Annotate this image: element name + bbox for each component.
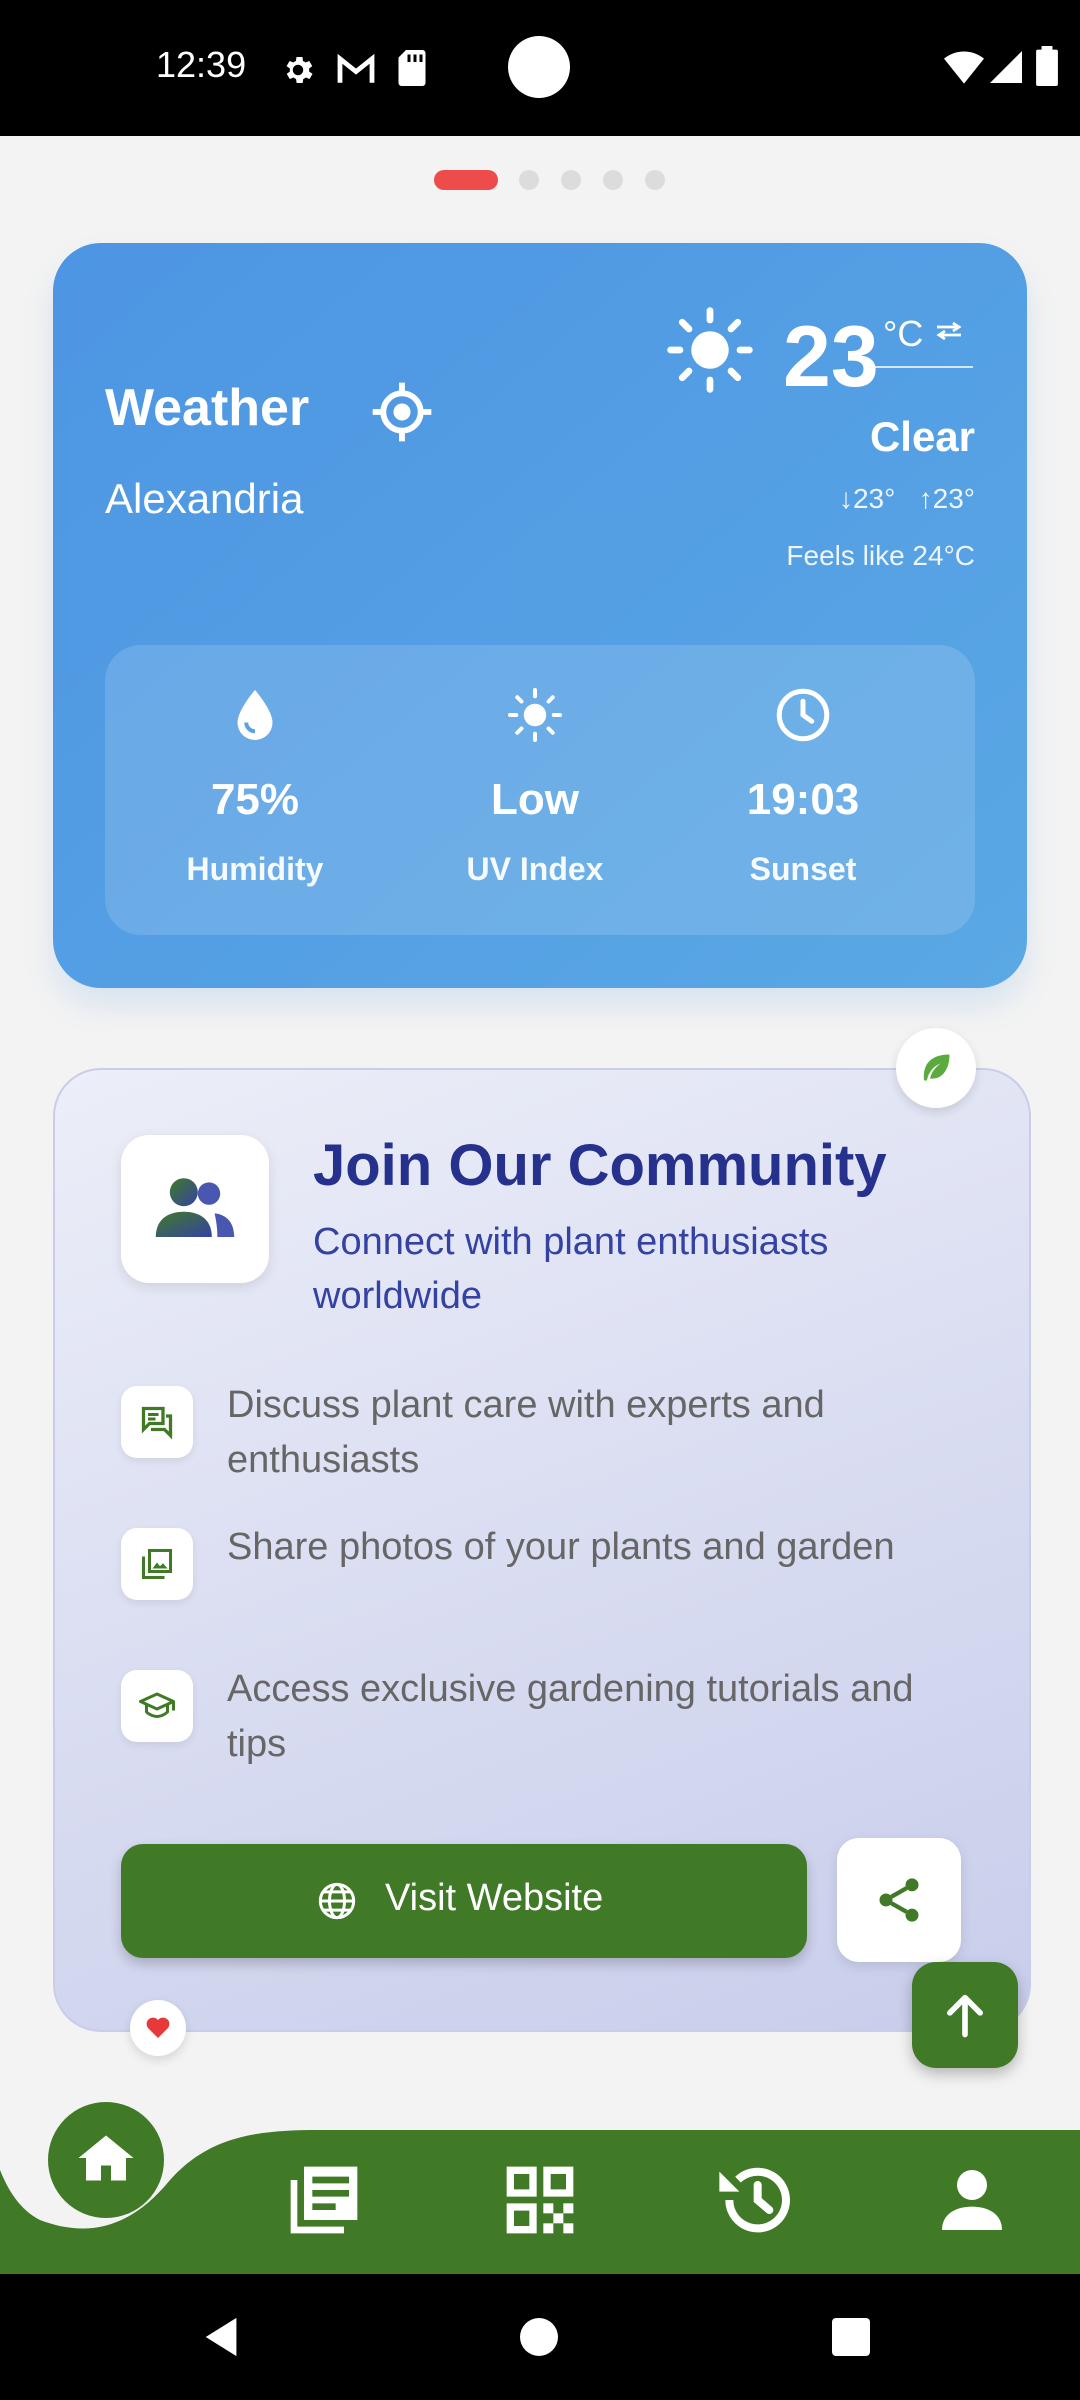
home-system-button[interactable] (520, 2318, 558, 2356)
nav-profile[interactable] (932, 2160, 1012, 2240)
uv-sun-icon (508, 688, 562, 742)
page-indicator-dot-active[interactable] (434, 170, 498, 190)
stat-value: 19:03 (746, 775, 860, 824)
battery-icon (1036, 46, 1058, 86)
community-title: Join Our Community (313, 1133, 887, 1198)
chat-icon (141, 1406, 173, 1440)
status-bar: 12:39 (0, 0, 1080, 136)
system-navigation-bar (0, 2274, 1080, 2400)
heart-badge (130, 2000, 186, 2056)
weather-stats-panel: 75% Humidity Low UV Index 19:03 Sunset (105, 645, 975, 935)
weather-low: ↓23° (838, 483, 896, 514)
front-camera (508, 36, 570, 98)
arrow-up-icon (947, 1994, 983, 2038)
graduation-cap-icon (139, 1692, 175, 1718)
visit-website-label: Visit Website (385, 1877, 604, 1919)
community-card: Join Our Community Connect with plant en… (53, 1068, 1031, 2032)
weather-condition: Clear (869, 413, 975, 460)
settings-icon (286, 56, 313, 84)
feature-icon-box (121, 1386, 193, 1458)
articles-icon (290, 2166, 358, 2234)
nav-history[interactable] (716, 2160, 796, 2240)
weather-low-high: ↓23° ↑23° (839, 483, 975, 515)
feature-icon-box (121, 1528, 193, 1600)
home-icon (78, 2135, 134, 2181)
page-indicator-dot[interactable] (561, 170, 581, 190)
stat-uv-index: Low UV Index (405, 645, 665, 935)
history-icon (719, 2167, 790, 2233)
community-icon-box (121, 1135, 269, 1283)
photos-icon (142, 1549, 172, 1579)
weather-card[interactable]: Weather Alexandria 23 °C Clear ↓23° ↑23°… (53, 243, 1027, 988)
feature-text: Discuss plant care with experts and enth… (227, 1384, 825, 1481)
nav-home[interactable] (48, 2102, 164, 2218)
recents-button[interactable] (832, 2318, 870, 2356)
person-icon (942, 2170, 1002, 2230)
scroll-to-top-button[interactable] (912, 1962, 1018, 2068)
weather-feels-like: Feels like 24°C (786, 540, 975, 571)
stat-label: UV Index (466, 851, 604, 887)
sd-card-icon (398, 50, 426, 86)
feature-icon-box (121, 1670, 193, 1742)
gmail-icon (337, 54, 375, 83)
wifi-icon (944, 51, 984, 84)
nav-scan-qr[interactable] (500, 2160, 580, 2240)
stat-label: Sunset (749, 851, 857, 887)
weather-temperature: 23 (783, 309, 879, 405)
sun-icon (667, 307, 753, 393)
feature-text: Access exclusive gardening tutorials and… (227, 1668, 914, 1765)
qr-code-icon (506, 2166, 574, 2234)
leaf-icon (923, 1054, 950, 1081)
stat-value: 75% (210, 775, 300, 824)
nav-articles[interactable] (284, 2160, 364, 2240)
stat-label: Humidity (186, 851, 324, 887)
swap-units-icon[interactable] (935, 321, 963, 341)
weather-title: Weather (105, 379, 310, 437)
page-indicator-dot[interactable] (603, 170, 623, 190)
heart-icon (146, 2017, 170, 2038)
feature-text: Share photos of your plants and garden (227, 1526, 895, 1568)
signal-icon (990, 51, 1022, 83)
water-drop-icon (237, 690, 273, 740)
locate-icon[interactable] (370, 380, 434, 444)
status-time: 12:39 (156, 44, 247, 85)
visit-website-button[interactable]: Visit Website (121, 1844, 807, 1958)
page-indicator-dot[interactable] (645, 170, 665, 190)
share-button[interactable] (837, 1838, 961, 1962)
clock-icon (776, 688, 830, 742)
leaf-badge (896, 1028, 976, 1108)
page-indicator-dot[interactable] (519, 170, 539, 190)
weather-high: ↑23° (918, 483, 975, 514)
back-icon[interactable] (200, 2314, 246, 2360)
weather-city: Alexandria (105, 475, 304, 522)
weather-unit-toggle[interactable]: °C (883, 313, 923, 355)
people-icon (155, 1178, 235, 1237)
stat-value: Low (491, 775, 579, 824)
unit-underline (875, 366, 973, 368)
stat-sunset: 19:03 Sunset (673, 645, 933, 935)
globe-icon (318, 1882, 356, 1920)
community-subtitle: Connect with plant enthusiasts worldwide (313, 1221, 829, 1317)
share-icon (879, 1878, 919, 1922)
stat-humidity: 75% Humidity (125, 645, 385, 935)
